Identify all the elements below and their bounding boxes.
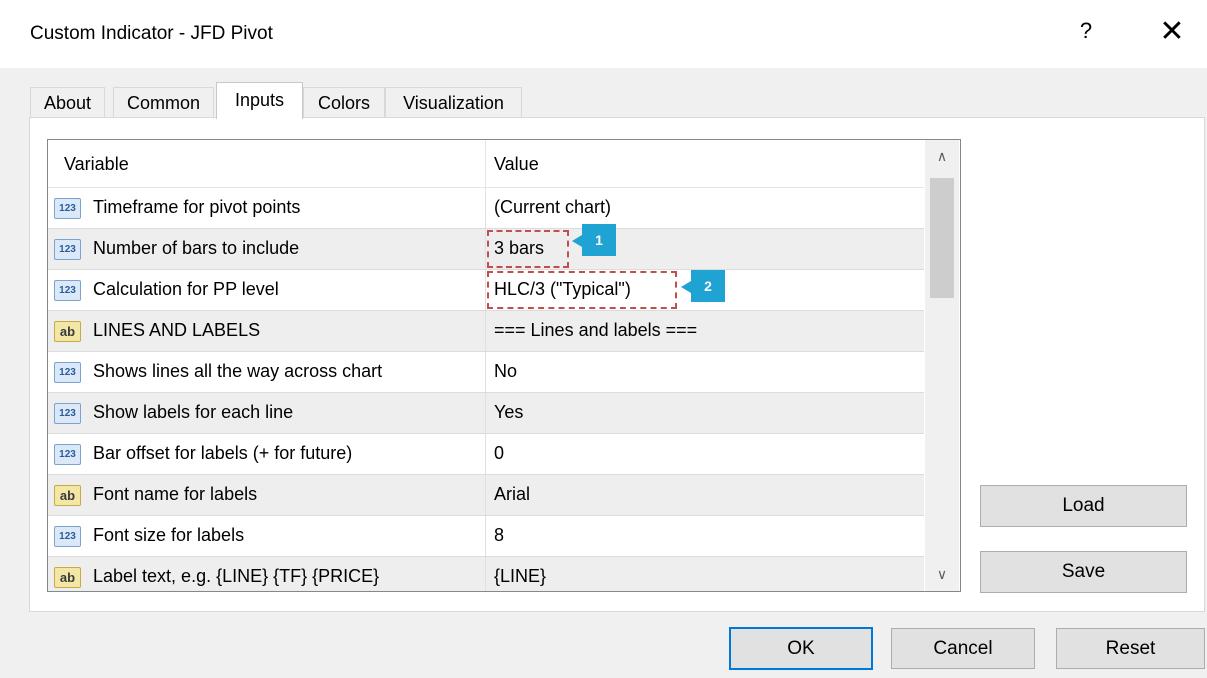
- integer-type-icon: 123: [54, 526, 81, 547]
- variable-value[interactable]: Yes: [494, 402, 523, 423]
- table-row[interactable]: ab LINES AND LABELS === Lines and labels…: [48, 311, 924, 352]
- variable-name: Font size for labels: [93, 525, 245, 545]
- table-row[interactable]: 123 Calculation for PP level HLC/3 ("Typ…: [48, 270, 924, 311]
- variable-value[interactable]: No: [494, 361, 517, 382]
- string-type-icon: ab: [54, 567, 81, 588]
- variable-value[interactable]: (Current chart): [494, 197, 611, 218]
- string-type-icon: ab: [54, 485, 81, 506]
- grid-header: Variable Value: [48, 140, 924, 188]
- integer-type-icon: 123: [54, 362, 81, 383]
- variable-value[interactable]: 8: [494, 525, 504, 546]
- integer-type-icon: 123: [54, 403, 81, 424]
- column-divider: [485, 188, 486, 228]
- annotation-marker-1: 1: [572, 224, 616, 256]
- tab-common[interactable]: Common: [113, 87, 214, 118]
- annotation-marker-2: 2: [681, 270, 725, 302]
- column-divider: [485, 393, 486, 433]
- column-divider: [485, 352, 486, 392]
- window-title: Custom Indicator - JFD Pivot: [30, 23, 273, 44]
- vertical-scrollbar[interactable]: ∧ ∨: [925, 140, 959, 591]
- table-row[interactable]: 123 Bar offset for labels (+ for future)…: [48, 434, 924, 475]
- scroll-down-icon[interactable]: ∨: [925, 558, 959, 590]
- highlight-box-bars: [487, 230, 569, 268]
- column-divider: [485, 557, 486, 591]
- variable-name: Bar offset for labels (+ for future): [93, 443, 353, 463]
- table-row[interactable]: 123 Font size for labels 8: [48, 516, 924, 557]
- integer-type-icon: 123: [54, 198, 81, 219]
- table-row[interactable]: ab Font name for labels Arial: [48, 475, 924, 516]
- table-row[interactable]: 123 Number of bars to include 3 bars: [48, 229, 924, 270]
- string-type-icon: ab: [54, 321, 81, 342]
- column-divider: [485, 229, 486, 269]
- header-variable[interactable]: Variable: [64, 154, 129, 175]
- column-divider: [485, 516, 486, 556]
- integer-type-icon: 123: [54, 239, 81, 260]
- column-divider: [485, 311, 486, 351]
- scrollbar-thumb[interactable]: [930, 178, 954, 298]
- table-row[interactable]: 123 Show labels for each line Yes: [48, 393, 924, 434]
- variable-value[interactable]: 0: [494, 443, 504, 464]
- tab-about[interactable]: About: [30, 87, 105, 118]
- ok-button[interactable]: OK: [729, 627, 873, 670]
- variable-name: Shows lines all the way across chart: [93, 361, 383, 381]
- scroll-up-icon[interactable]: ∧: [925, 140, 959, 172]
- variable-value[interactable]: {LINE}: [494, 566, 546, 587]
- variable-name: Timeframe for pivot points: [93, 197, 301, 217]
- close-button[interactable]: ✕: [1158, 14, 1186, 49]
- help-button[interactable]: ?: [1076, 18, 1096, 44]
- load-button[interactable]: Load: [980, 485, 1187, 527]
- variable-name: Show labels for each line: [93, 402, 294, 422]
- header-value[interactable]: Value: [494, 154, 539, 175]
- table-row[interactable]: ab Label text, e.g. {LINE} {TF} {PRICE} …: [48, 557, 924, 591]
- tab-inputs[interactable]: Inputs: [216, 82, 303, 119]
- title-bar: Custom Indicator - JFD Pivot ? ✕: [0, 0, 1207, 68]
- variable-value[interactable]: === Lines and labels ===: [494, 320, 697, 341]
- highlight-box-calculation: [487, 271, 677, 309]
- variable-name: Label text, e.g. {LINE} {TF} {PRICE}: [93, 566, 380, 586]
- table-row[interactable]: 123 Timeframe for pivot points (Current …: [48, 188, 924, 229]
- variable-name: Number of bars to include: [93, 238, 300, 258]
- table-row[interactable]: 123 Shows lines all the way across chart…: [48, 352, 924, 393]
- header-divider: [485, 140, 486, 187]
- inputs-grid[interactable]: Variable Value 123 Timeframe for pivot p…: [47, 139, 961, 592]
- integer-type-icon: 123: [54, 280, 81, 301]
- save-button[interactable]: Save: [980, 551, 1187, 593]
- variable-value[interactable]: Arial: [494, 484, 530, 505]
- variable-name: Calculation for PP level: [93, 279, 279, 299]
- variable-name: LINES AND LABELS: [93, 320, 261, 340]
- tab-colors[interactable]: Colors: [303, 87, 385, 118]
- reset-button[interactable]: Reset: [1056, 628, 1205, 669]
- column-divider: [485, 270, 486, 310]
- integer-type-icon: 123: [54, 444, 81, 465]
- tab-visualization[interactable]: Visualization: [385, 87, 522, 118]
- column-divider: [485, 434, 486, 474]
- variable-name: Font name for labels: [93, 484, 258, 504]
- cancel-button[interactable]: Cancel: [891, 628, 1035, 669]
- column-divider: [485, 475, 486, 515]
